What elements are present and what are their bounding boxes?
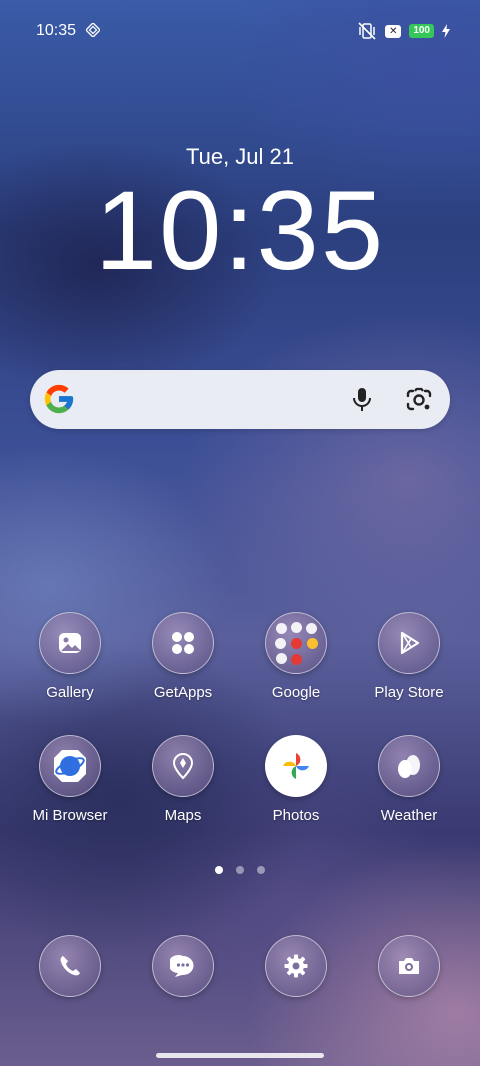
page-indicator xyxy=(0,866,480,874)
mute-vibrate-icon xyxy=(358,22,376,40)
google-search-bar[interactable] xyxy=(30,370,450,429)
dock-messages[interactable] xyxy=(127,935,239,997)
app-label: Mi Browser xyxy=(32,807,108,824)
clock-time[interactable]: 10:35 xyxy=(0,172,480,290)
getapps-icon xyxy=(152,612,214,674)
messages-icon xyxy=(152,935,214,997)
app-label: Gallery xyxy=(46,684,94,701)
maps-icon xyxy=(152,735,214,797)
status-logo-icon xyxy=(86,23,100,37)
x-notification-icon: ✕ xyxy=(385,24,402,38)
app-play-store[interactable]: Play Store xyxy=(353,612,465,701)
app-label: Google xyxy=(271,684,321,701)
app-weather[interactable]: Weather xyxy=(353,735,465,824)
photos-icon xyxy=(265,735,327,797)
app-maps[interactable]: Maps xyxy=(127,735,239,824)
camera-icon xyxy=(378,935,440,997)
app-mi-browser[interactable]: Mi Browser xyxy=(14,735,126,824)
weather-icon xyxy=(378,735,440,797)
app-label: Play Store xyxy=(374,684,444,701)
dock-camera[interactable] xyxy=(353,935,465,997)
gallery-icon xyxy=(39,612,101,674)
status-icons: ✕ 100 xyxy=(357,22,450,40)
settings-icon xyxy=(265,935,327,997)
app-label: Photos xyxy=(272,807,320,824)
app-label: Maps xyxy=(164,807,202,824)
app-getapps[interactable]: GetApps xyxy=(127,612,239,701)
page-dot-1[interactable] xyxy=(215,866,223,874)
google-logo-icon xyxy=(44,384,74,414)
clock-date[interactable]: Tue, Jul 21 xyxy=(0,144,480,170)
page-dot-3[interactable] xyxy=(257,866,265,874)
status-bar: 10:35 ✕ 100 xyxy=(0,0,480,62)
page-dot-2[interactable] xyxy=(236,866,244,874)
folder-google[interactable]: Google xyxy=(240,612,352,701)
google-folder-icon xyxy=(265,612,327,674)
play-store-icon xyxy=(378,612,440,674)
app-gallery[interactable]: Gallery xyxy=(14,612,126,701)
mi-browser-icon xyxy=(39,735,101,797)
home-gesture-bar[interactable] xyxy=(156,1053,324,1058)
mic-icon[interactable] xyxy=(348,385,376,413)
app-photos[interactable]: Photos xyxy=(240,735,352,824)
battery-indicator: 100 xyxy=(409,24,434,38)
app-label: GetApps xyxy=(153,684,213,701)
status-time: 10:35 xyxy=(36,22,77,39)
app-label: Weather xyxy=(380,807,438,824)
phone-icon xyxy=(39,935,101,997)
google-lens-icon[interactable] xyxy=(404,385,434,415)
dock-settings[interactable] xyxy=(240,935,352,997)
dock-phone[interactable] xyxy=(14,935,126,997)
charging-bolt-icon xyxy=(442,24,450,38)
